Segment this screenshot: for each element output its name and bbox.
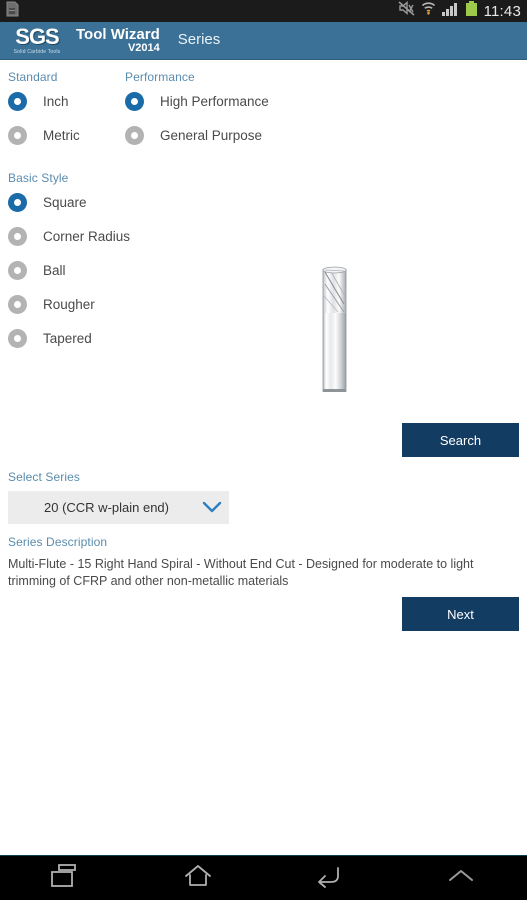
radio-option-square[interactable]: Square (8, 185, 248, 219)
radio-option-tapered[interactable]: Tapered (8, 321, 248, 355)
back-button[interactable] (264, 856, 396, 900)
sgs-logo-tagline: Solid Carbide Tools (13, 49, 61, 55)
performance-group-label: Performance (125, 70, 195, 84)
chevron-down-icon[interactable] (195, 501, 229, 514)
search-button[interactable]: Search (402, 423, 519, 457)
standard-group-label: Standard (8, 70, 58, 84)
end-mill-tool-image (310, 260, 370, 400)
radio-label-square: Square (43, 194, 87, 210)
radio-label-ball: Ball (43, 262, 66, 278)
status-bar-clock: 11:43 (483, 2, 521, 20)
status-bar-left (0, 1, 19, 22)
app-title-block: Tool Wizard V2014 (76, 27, 160, 54)
sgs-logo: SGS Solid Carbide Tools (4, 24, 70, 58)
mute-icon (398, 0, 415, 21)
standard-group: Standard Inch Metric (8, 70, 118, 152)
recents-icon (49, 863, 83, 894)
performance-group: Performance High Performance General Pur… (125, 70, 355, 152)
battery-icon (465, 1, 478, 21)
home-icon (181, 863, 215, 894)
radio-icon-tapered[interactable] (8, 328, 27, 348)
app-version: V2014 (127, 41, 160, 54)
radio-icon-general-purpose[interactable] (125, 125, 144, 145)
app-title: Tool Wizard (76, 25, 160, 43)
radio-label-tapered: Tapered (43, 330, 92, 346)
wifi-icon (421, 1, 436, 21)
radio-label-general-purpose: General Purpose (160, 127, 263, 143)
sgs-logo-text: SGS (15, 24, 59, 49)
status-bar-right: 11:43 (398, 0, 527, 21)
radio-option-general-purpose[interactable]: General Purpose (125, 118, 355, 152)
radio-icon-inch[interactable] (8, 91, 27, 111)
radio-icon-square[interactable] (8, 192, 27, 212)
series-description-text: Multi-Flute - 15 Right Hand Spiral - Wit… (8, 557, 474, 588)
sim-card-icon (6, 1, 19, 22)
radio-icon-ball[interactable] (8, 260, 27, 280)
radio-option-ball[interactable]: Ball (8, 253, 248, 287)
expand-button[interactable] (395, 856, 527, 900)
signal-bars-icon (441, 1, 459, 21)
series-dropdown[interactable]: 20 (CCR w-plain end) (8, 491, 229, 524)
radio-icon-high-performance[interactable] (125, 91, 144, 111)
radio-option-inch[interactable]: Inch (8, 84, 118, 118)
radio-option-corner-radius[interactable]: Corner Radius (8, 219, 248, 253)
app-screen: 11:43 SGS Solid Carbide Tools Tool Wizar… (0, 0, 527, 900)
home-button[interactable] (132, 856, 264, 900)
radio-option-rougher[interactable]: Rougher (8, 287, 248, 321)
back-icon (312, 863, 346, 894)
radio-label-corner-radius: Corner Radius (43, 228, 131, 244)
app-header-bar: SGS Solid Carbide Tools Tool Wizard V201… (0, 22, 527, 60)
radio-option-high-performance[interactable]: High Performance (125, 84, 355, 118)
page-title: Series (177, 31, 221, 48)
series-description-label: Series Description (8, 535, 108, 549)
series-dropdown-value: 20 (CCR w-plain end) (44, 500, 169, 515)
basic-style-group-label: Basic Style (8, 171, 69, 185)
radio-label-metric: Metric (43, 127, 80, 143)
radio-label-rougher: Rougher (43, 296, 95, 312)
radio-label-inch: Inch (43, 93, 69, 109)
basic-style-group: Basic Style Square Corner Radius Ball Ro… (8, 171, 248, 355)
radio-icon-corner-radius[interactable] (8, 226, 27, 246)
status-bar: 11:43 (0, 0, 527, 22)
android-navigation-bar (0, 855, 527, 900)
select-series-label: Select Series (8, 470, 80, 484)
chevron-up-icon (444, 866, 478, 891)
next-button[interactable]: Next (402, 597, 519, 631)
radio-label-high-performance: High Performance (160, 93, 269, 109)
radio-icon-metric[interactable] (8, 125, 27, 145)
radio-option-metric[interactable]: Metric (8, 118, 118, 152)
radio-icon-rougher[interactable] (8, 294, 27, 314)
recents-button[interactable] (0, 856, 132, 900)
